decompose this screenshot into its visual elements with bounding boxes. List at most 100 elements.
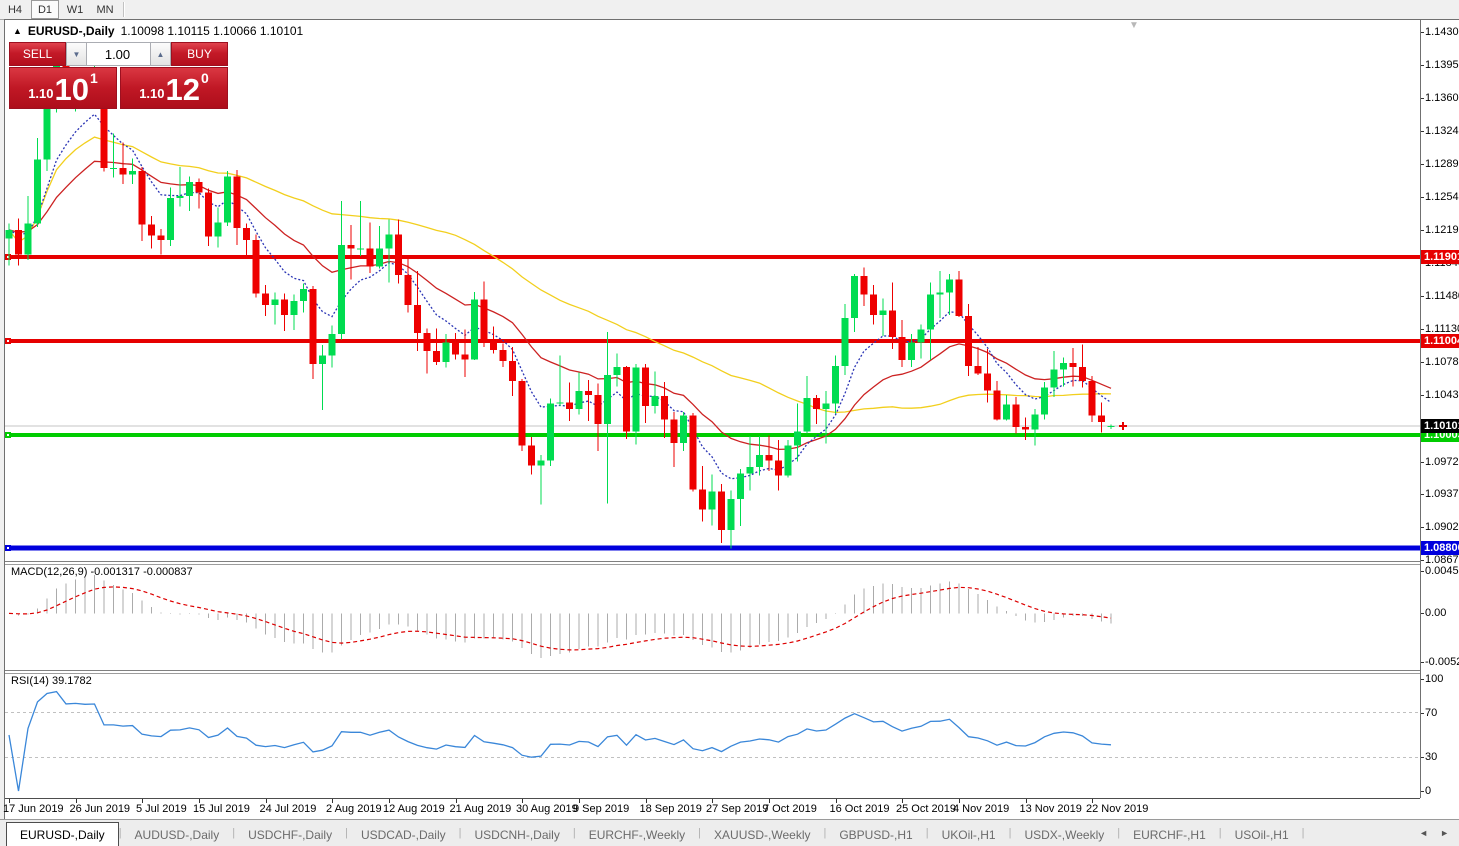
chart-tab-usdchf-daily[interactable]: USDCHF-,Daily — [235, 824, 345, 846]
date-axis-label: 16 Oct 2019 — [829, 803, 890, 815]
candle-body — [860, 275, 868, 295]
candle-body — [984, 373, 991, 391]
candle-body — [680, 415, 687, 443]
candle-body — [604, 375, 611, 425]
macd-axis-label: 0.004536 — [1425, 565, 1459, 577]
candle-body — [366, 248, 374, 267]
axis-tick — [1421, 461, 1424, 463]
candle-body — [889, 310, 896, 337]
chart-tab-gbpusd-h1[interactable]: GBPUSD-,H1 — [826, 824, 925, 846]
candle-body — [480, 299, 488, 341]
candle-body — [138, 170, 146, 225]
chart-tab-eurchf-h1[interactable]: EURCHF-,H1 — [1120, 824, 1219, 846]
price-axis-label: 1.13600 — [1425, 91, 1459, 104]
price-axis-label: 1.13950 — [1425, 58, 1459, 71]
date-axis[interactable]: 17 Jun 2019 26 Jun 2019 5 Jul 2019 15 Jul 2… — [3, 798, 1420, 821]
candle-body — [537, 460, 545, 466]
bid-price-line — [5, 425, 1420, 427]
horizontal-line[interactable] — [5, 432, 1420, 437]
candle-body — [737, 473, 744, 500]
volume-input[interactable] — [87, 42, 150, 66]
price-axis-label: 1.13240 — [1425, 125, 1459, 138]
price-axis-label: 1.09370 — [1425, 488, 1459, 501]
candle-body — [461, 354, 469, 360]
volume-increase-button[interactable]: ▲ — [150, 42, 171, 66]
chart-tab-usdx-weekly[interactable]: USDX-,Weekly — [1011, 824, 1117, 846]
candle-body — [955, 279, 963, 317]
candle-body — [5, 229, 13, 239]
volume-decrease-button[interactable]: ▼ — [66, 42, 87, 66]
chart-tab-ukoil-h1[interactable]: UKOil-,H1 — [929, 824, 1009, 846]
price-axis[interactable]: 1.14300 1.13950 1.13600 1.13240 1.12890 1.125… — [1421, 20, 1459, 820]
buy-price-button[interactable]: 1.10 12 0 — [120, 67, 228, 109]
fast-ma-blue — [8, 113, 1112, 480]
rsi-axis-label: 100 — [1425, 673, 1444, 685]
candle-body — [414, 304, 421, 334]
date-axis-label: 9 Sep 2019 — [573, 803, 630, 815]
axis-tick — [1421, 757, 1424, 759]
macd-axis-label: -0.005200 — [1425, 656, 1459, 668]
candle-body — [832, 365, 839, 404]
axis-tick — [1421, 494, 1424, 496]
axis-tick — [1421, 131, 1424, 133]
buy-price-pips: 12 — [165, 72, 200, 107]
chart-tab-usdcad-daily[interactable]: USDCAD-,Daily — [348, 824, 459, 846]
candle-body — [509, 361, 516, 381]
chart-tab-eurusd-daily[interactable]: EURUSD-,Daily — [6, 822, 119, 846]
candle-body — [499, 349, 507, 362]
horizontal-line[interactable] — [5, 254, 1420, 259]
tabs-scroll-right-icon[interactable]: ► — [1440, 828, 1449, 838]
candle-body — [24, 223, 32, 255]
candle-body — [917, 329, 925, 343]
date-axis-label: 21 Aug 2019 — [449, 803, 512, 815]
axis-tick — [1421, 229, 1424, 231]
rsi-axis-label: 30 — [1425, 751, 1438, 764]
timeframe-button-mn[interactable]: MN — [91, 0, 119, 19]
date-axis-label: 5 Jul 2019 — [136, 803, 187, 815]
timeframe-button-h4[interactable]: H4 — [1, 0, 29, 19]
sell-price-button[interactable]: 1.10 10 1 — [9, 67, 117, 109]
line-anchor-dot — [7, 546, 9, 549]
candle-body — [870, 294, 877, 316]
chart-tab-xauusd-weekly[interactable]: XAUUSD-,Weekly — [701, 824, 823, 846]
chart-symbol-label: EURUSD-,Daily — [27, 24, 115, 38]
candle-body — [613, 366, 621, 376]
chart-tab-usdcnh-daily[interactable]: USDCNH-,Daily — [462, 824, 573, 846]
axis-tick — [1421, 712, 1424, 714]
candle-body — [309, 288, 317, 364]
horizontal-line[interactable] — [5, 339, 1420, 344]
buy-button[interactable]: BUY — [171, 42, 228, 66]
candle-body — [518, 380, 526, 446]
sell-button[interactable]: SELL — [9, 42, 66, 66]
chart-shift-marker-icon[interactable]: ▼ — [1129, 20, 1139, 31]
horizontal-line[interactable] — [5, 545, 1420, 551]
candle-body — [205, 192, 212, 237]
candle-body — [110, 167, 117, 169]
candle-body — [794, 431, 801, 446]
buy-price-prefix: 1.10 — [139, 86, 165, 101]
axis-tick — [1421, 164, 1424, 166]
timeframe-button-d1[interactable]: D1 — [31, 0, 59, 19]
chart-tab-eurchf-weekly[interactable]: EURCHF-,Weekly — [576, 824, 698, 846]
candle-body — [490, 340, 497, 350]
tabs-scroll-left-icon[interactable]: ◄ — [1419, 828, 1428, 838]
candle-body — [623, 366, 630, 432]
macd-indicator-label: MACD(12,26,9) -0.001317 -0.000837 — [11, 566, 193, 578]
candle-body — [214, 222, 222, 237]
chart-tab-bar: EURUSD-,Daily | AUDUSD-,Daily | USDCHF-,Dail… — [0, 819, 1459, 846]
candle-body — [661, 395, 668, 420]
price-axis-label: 1.10780 — [1425, 356, 1459, 369]
candle-body — [167, 197, 174, 241]
price-axis-label: 1.12540 — [1425, 191, 1459, 204]
chart-tab-audusd-daily[interactable]: AUDUSD-,Daily — [122, 824, 233, 846]
rsi-panel-canvas[interactable] — [5, 673, 1420, 798]
macd-panel-canvas[interactable] — [5, 564, 1420, 670]
timeframe-button-w1[interactable]: W1 — [61, 0, 89, 19]
collapse-triangle-icon: ▲ — [13, 26, 22, 36]
chart-tab-usoil-h1[interactable]: USOil-,H1 — [1222, 824, 1302, 846]
candle-body — [670, 419, 678, 443]
one-click-trading-panel: SELL ▼ ▲ BUY 1.10 10 1 1.10 12 0 — [9, 42, 228, 109]
candle-body — [784, 445, 792, 476]
candle-body — [243, 228, 250, 241]
candle-body — [281, 299, 288, 316]
